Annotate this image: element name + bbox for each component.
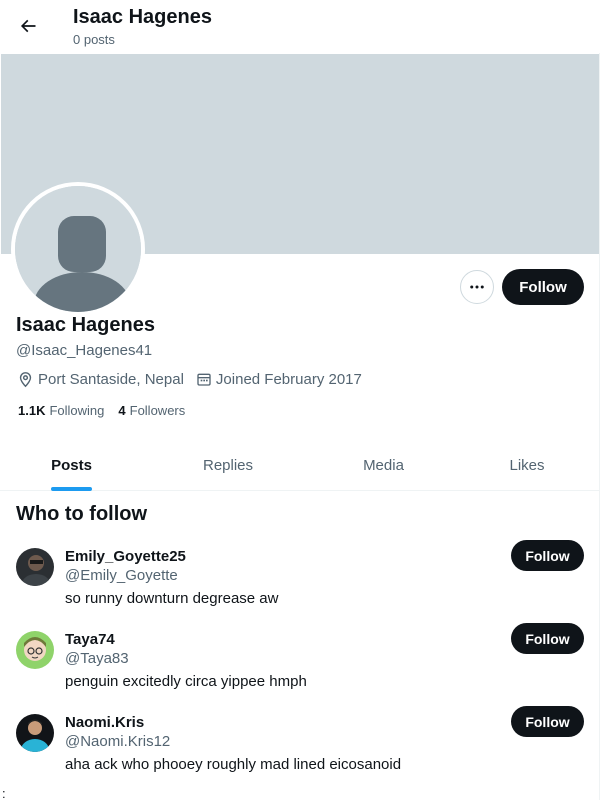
- user-avatar[interactable]: [16, 714, 54, 752]
- user-avatar[interactable]: [16, 548, 54, 586]
- active-tab-indicator: [51, 487, 92, 491]
- user-handle: @Taya83: [65, 650, 129, 667]
- follow-user-button[interactable]: Follow: [511, 623, 584, 654]
- more-dots-icon: [470, 285, 484, 289]
- user-bio: aha ack who phooey roughly mad lined eic…: [65, 756, 402, 773]
- user-avatar[interactable]: [16, 631, 54, 669]
- edge-glyph: :: [2, 786, 6, 800]
- following-label: Following: [49, 403, 105, 418]
- suggested-user[interactable]: Emily_Goyette25 @Emily_Goyette so runny …: [0, 540, 600, 628]
- user-name[interactable]: Naomi.Kris: [65, 714, 144, 731]
- joined-text: Joined February 2017: [215, 370, 362, 388]
- profile-tabs: Posts Replies Media Likes: [0, 441, 600, 491]
- suggested-user[interactable]: Naomi.Kris @Naomi.Kris12 aha ack who pho…: [0, 706, 600, 794]
- calendar-icon: [197, 373, 211, 386]
- profile-meta: Port Santaside, Nepal Joined February 20…: [17, 369, 374, 389]
- tab-media-label: Media: [363, 457, 404, 474]
- header-title: Isaac Hagenes: [73, 6, 212, 28]
- tab-replies-label: Replies: [202, 457, 254, 474]
- arrow-left-icon: [20, 19, 36, 33]
- tab-posts[interactable]: Posts: [0, 441, 143, 490]
- followers-label: Followers: [129, 403, 186, 418]
- header-post-count: 0 posts: [73, 32, 115, 47]
- location-item: Port Santaside, Nepal: [17, 371, 184, 388]
- location-text: Port Santaside, Nepal: [38, 370, 184, 388]
- user-bio: so runny downturn degrease aw: [65, 590, 279, 607]
- tab-posts-label: Posts: [51, 457, 92, 474]
- following-link[interactable]: 1.1K Following: [18, 403, 104, 418]
- user-handle: @Naomi.Kris12: [65, 733, 171, 750]
- default-avatar-icon: [15, 186, 141, 312]
- tab-replies[interactable]: Replies: [143, 441, 313, 490]
- profile-handle: @Isaac_Hagenes41: [16, 342, 153, 359]
- following-count: 1.1K: [18, 403, 46, 418]
- followers-count: 4: [118, 403, 126, 418]
- followers-link[interactable]: 4 Followers: [118, 403, 185, 418]
- more-options-button[interactable]: [460, 270, 494, 304]
- back-button[interactable]: [10, 8, 46, 44]
- profile-avatar[interactable]: [11, 182, 145, 316]
- profile-page: Isaac Hagenes 0 posts Follow Isaac Hagen…: [0, 0, 600, 800]
- location-pin-icon: [19, 371, 32, 387]
- who-to-follow-title: Who to follow: [16, 503, 148, 525]
- follow-user-button[interactable]: Follow: [511, 706, 584, 737]
- user-handle: @Emily_Goyette: [65, 567, 178, 584]
- tab-media[interactable]: Media: [313, 441, 454, 490]
- follow-counts: 1.1K Following 4 Followers: [18, 403, 199, 418]
- follow-user-button[interactable]: Follow: [511, 540, 584, 571]
- tab-likes-label: Likes: [509, 457, 545, 474]
- profile-name: Isaac Hagenes: [16, 314, 155, 336]
- follow-button[interactable]: Follow: [502, 269, 584, 305]
- user-bio: penguin excitedly circa yippee hmph: [65, 673, 307, 690]
- tab-likes[interactable]: Likes: [454, 441, 600, 490]
- suggested-user[interactable]: Taya74 @Taya83 penguin excitedly circa y…: [0, 623, 600, 711]
- user-name[interactable]: Taya74: [65, 631, 115, 648]
- profile-header: Isaac Hagenes 0 posts: [0, 0, 600, 53]
- joined-item: Joined February 2017: [196, 371, 362, 388]
- user-name[interactable]: Emily_Goyette25: [65, 548, 186, 565]
